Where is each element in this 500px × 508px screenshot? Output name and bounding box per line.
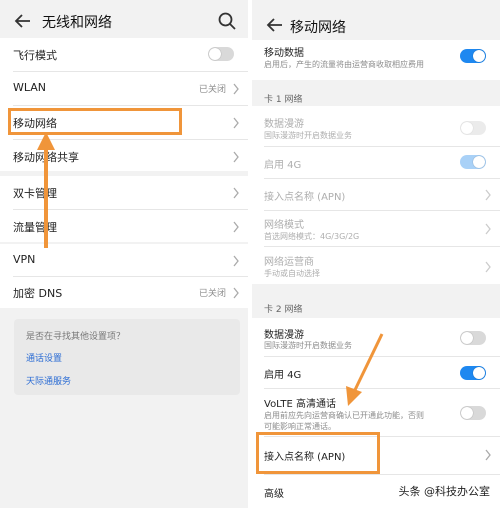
- airplane-mode-label: 飞行模式: [13, 49, 57, 62]
- row-encrypted-dns[interactable]: 加密 DNS 已关闭: [0, 276, 248, 309]
- search-icon[interactable]: [216, 10, 238, 32]
- card1-operator-label: 网络运营商: [264, 257, 314, 268]
- card1-network-mode-label: 网络模式: [264, 220, 304, 231]
- chevron-right-icon: [233, 83, 239, 95]
- chevron-right-icon: [233, 117, 239, 129]
- back-arrow-icon[interactable]: [12, 10, 34, 32]
- suggestion-box: 是否在寻找其他设置项？ 通话设置 天际通服务: [14, 319, 240, 395]
- airplane-mode-toggle[interactable]: [208, 47, 234, 61]
- wlan-label: WLAN: [13, 81, 47, 94]
- card1-4g-toggle[interactable]: [460, 155, 486, 169]
- mobile-data-card: 移动数据 启用后，产生的流量将由运营商收取相应费用: [252, 40, 500, 80]
- skyline-service-link[interactable]: 天际通服务: [26, 374, 71, 387]
- arrow-up-annotation: [37, 132, 55, 248]
- card2-4g-toggle[interactable]: [460, 366, 486, 380]
- header: 移动网络: [252, 0, 500, 40]
- card1-operator-desc: 手动或自动选择: [264, 269, 320, 278]
- encrypted-dns-label: 加密 DNS: [13, 287, 63, 300]
- card2-4g-label: 启用 4G: [264, 370, 302, 381]
- chevron-right-icon: [233, 151, 239, 163]
- row-wlan[interactable]: WLAN 已关闭: [0, 72, 248, 105]
- chevron-right-icon: [233, 287, 239, 299]
- call-settings-link[interactable]: 通话设置: [26, 351, 62, 364]
- card1-section-label: 卡 1 网络: [264, 95, 303, 105]
- highlight-box: [256, 432, 380, 474]
- chevron-right-icon: [485, 189, 491, 201]
- volte-label: VoLTE 高清通话: [264, 399, 336, 410]
- mobile-data-label: 移动数据: [264, 48, 304, 59]
- vpn-label: VPN: [13, 253, 36, 266]
- arrow-down-annotation: [346, 333, 384, 406]
- volte-desc-1: 启用前应先向运营商确认已开通此功能，否则: [264, 411, 424, 420]
- chevron-right-icon: [233, 187, 239, 199]
- watermark: 头条 @科技办公室: [398, 485, 491, 498]
- mobile-network-screen: 移动网络 移动数据 启用后，产生的流量将由运营商收取相应费用 卡 1 网络 数据…: [252, 0, 500, 508]
- card1-settings: 数据漫游 国际漫游时开启数据业务 启用 4G 接入点名称 (APN) 网络模式 …: [252, 106, 500, 284]
- card2-roaming-label: 数据漫游: [264, 330, 304, 341]
- chevron-right-icon: [485, 223, 491, 235]
- advanced-label[interactable]: 高级: [264, 485, 284, 500]
- back-arrow-icon[interactable]: [264, 14, 286, 36]
- page-title: 无线和网络: [42, 15, 112, 31]
- card1-apn-label: 接入点名称 (APN): [264, 192, 346, 203]
- card1-network-mode-desc: 首选网络模式：4G/3G/2G: [264, 232, 360, 241]
- suggestion-question: 是否在寻找其他设置项？: [26, 332, 126, 342]
- card1-roaming-desc: 国际漫游时开启数据业务: [264, 131, 352, 140]
- chevron-right-icon: [485, 261, 491, 273]
- volte-desc-2: 可能影响正常通话。: [264, 422, 336, 431]
- card1-4g-label: 启用 4G: [264, 160, 302, 171]
- card1-roaming-label: 数据漫游: [264, 119, 304, 130]
- settings-group-3: VPN 加密 DNS 已关闭: [0, 244, 248, 308]
- wireless-networks-screen: 无线和网络 飞行模式 WLAN 已关闭 移动网络 移动网络共享 双卡管理: [0, 0, 248, 508]
- mobile-data-desc: 启用后，产生的流量将由运营商收取相应费用: [264, 60, 424, 69]
- mobile-data-toggle[interactable]: [460, 49, 486, 63]
- chevron-right-icon: [233, 221, 239, 233]
- volte-toggle[interactable]: [460, 406, 486, 420]
- card2-section-label: 卡 2 网络: [264, 305, 303, 315]
- dns-status: 已关闭: [198, 289, 226, 299]
- wlan-status: 已关闭: [198, 85, 226, 95]
- chevron-right-icon: [485, 449, 491, 461]
- card2-roaming-desc: 国际漫游时开启数据业务: [264, 341, 352, 350]
- row-airplane-mode[interactable]: 飞行模式: [0, 38, 248, 71]
- chevron-right-icon: [233, 255, 239, 267]
- page-title: 移动网络: [290, 20, 346, 36]
- card2-roaming-toggle[interactable]: [460, 331, 486, 345]
- card1-roaming-toggle[interactable]: [460, 121, 486, 135]
